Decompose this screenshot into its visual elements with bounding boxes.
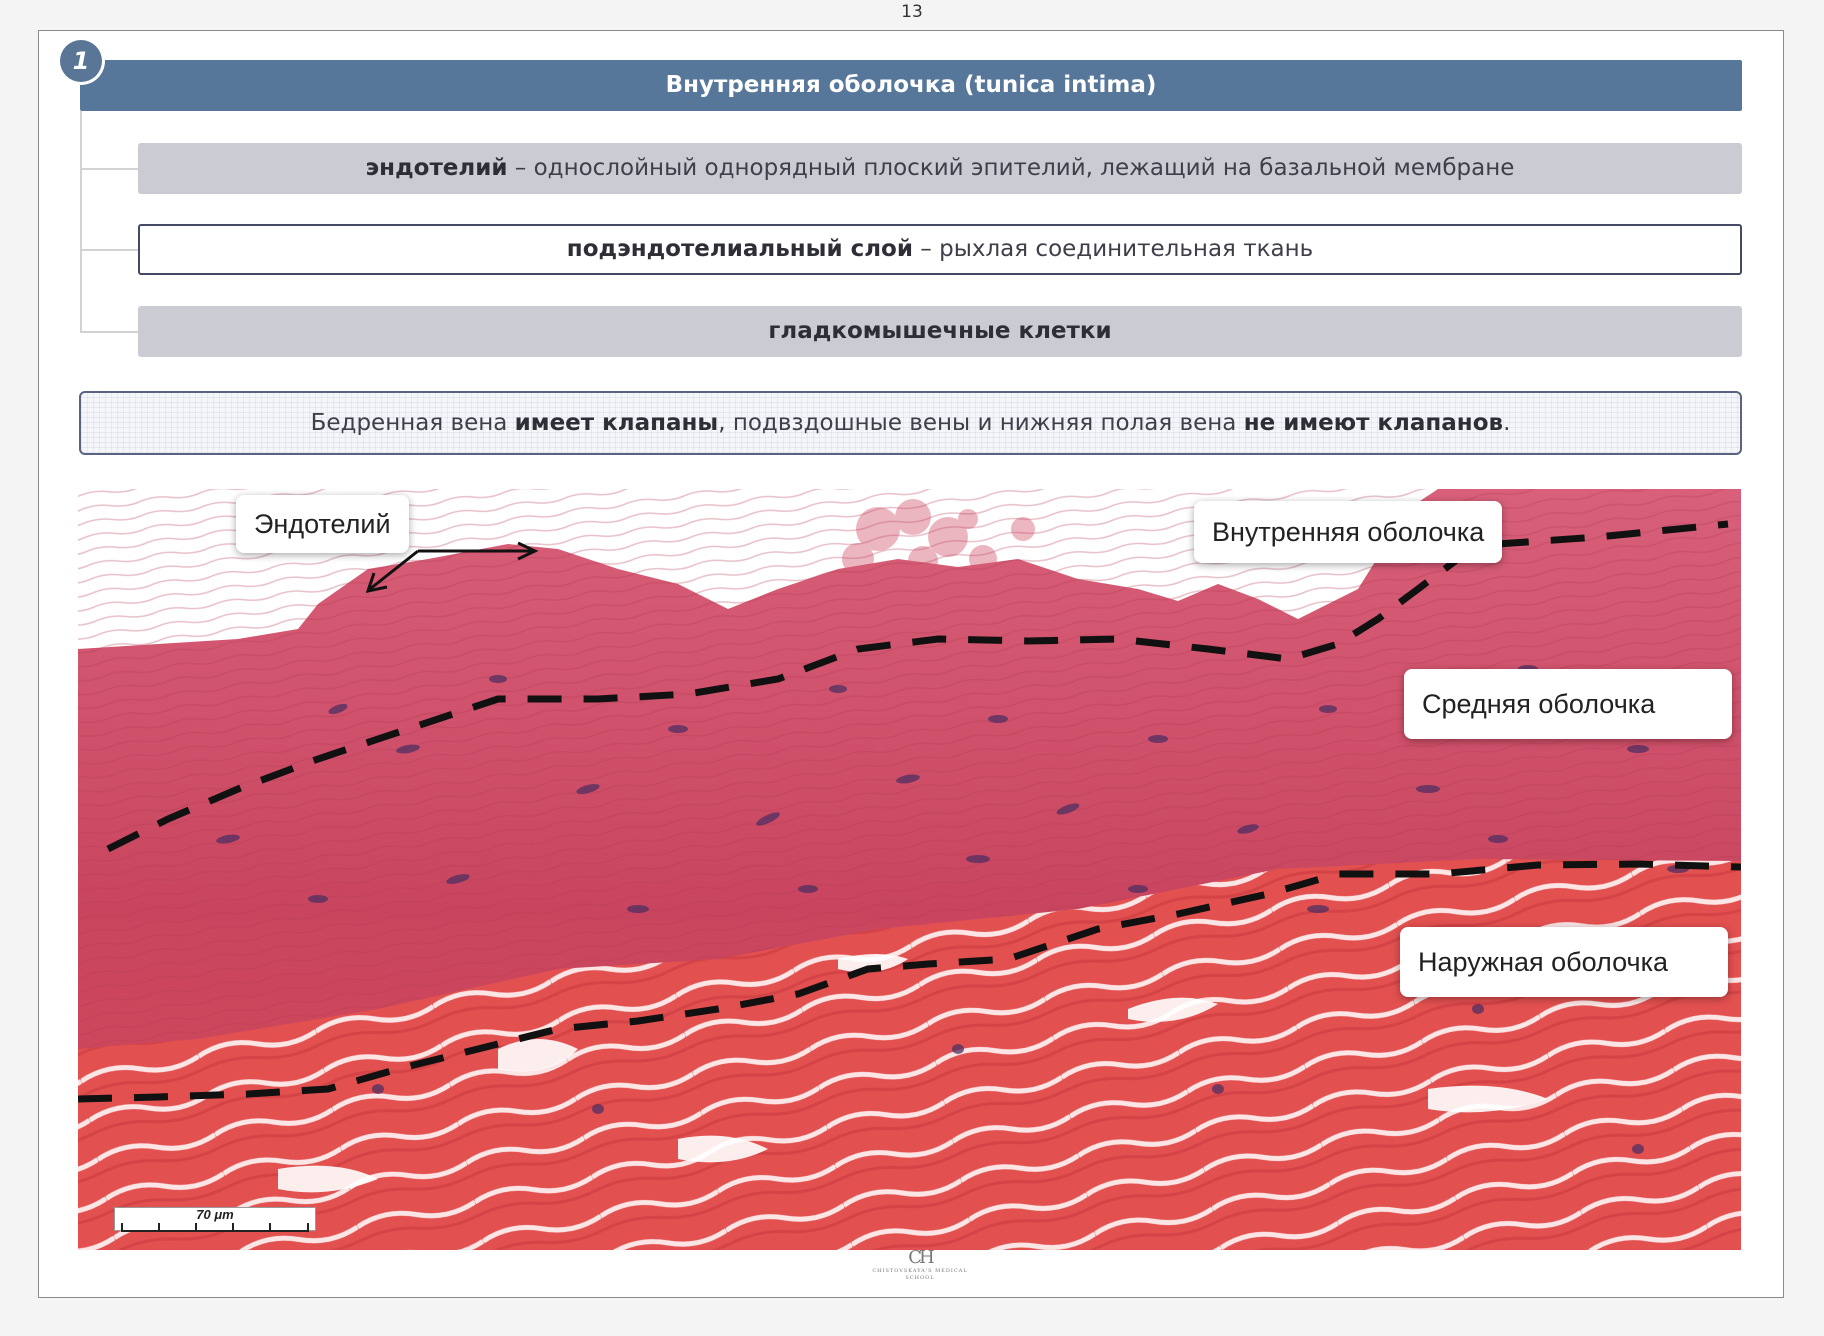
valves-note: Бедренная вена имеет клапаны, подвздошны… (79, 391, 1742, 455)
layer-term: подэндотелиальный слой (566, 236, 913, 262)
note-emphasis: имеет клапаны (514, 410, 719, 436)
section-number-badge: 1 (60, 40, 102, 82)
scale-bar-label: 70 μm (196, 1207, 234, 1222)
scale-bar-tick (158, 1223, 160, 1231)
scale-bar-rule (121, 1222, 309, 1232)
note-text: Бедренная вена (310, 410, 515, 436)
logo-text: CHISTOVSKAYA'S MEDICAL SCHOOL (872, 1268, 968, 1281)
tree-connector-2 (80, 249, 138, 251)
note-text: . (1503, 410, 1511, 436)
label-endothelium: Эндотелий (236, 495, 409, 553)
layer-term: гладкомышечные клетки (768, 318, 1112, 344)
histology-micrograph: Эндотелий Внутренняя оболочка Средняя об… (78, 489, 1741, 1250)
scale-bar-tick (195, 1223, 197, 1231)
layer-description: – рыхлая соединительная ткань (912, 236, 1314, 262)
tree-connector-3 (80, 331, 138, 333)
scale-bar-tick (232, 1223, 234, 1231)
layer-subendothelial: подэндотелиальный слой – рыхлая соединит… (138, 224, 1742, 275)
logo-mark: CH (908, 1247, 934, 1268)
scale-bar-tick (121, 1223, 123, 1231)
layer-endothelium: эндотелий – однослойный однорядный плоск… (138, 143, 1742, 194)
section-title: Внутренняя оболочка (tunica intima) (80, 60, 1742, 111)
label-adventitia: Наружная оболочка (1400, 927, 1728, 997)
note-text: , подвздошные вены и нижняя полая вена (718, 410, 1244, 436)
tree-connector-vertical (80, 111, 82, 333)
scale-bar-tick (307, 1223, 309, 1231)
note-emphasis: не имеют клапанов (1243, 410, 1504, 436)
label-intima: Внутренняя оболочка (1194, 501, 1503, 563)
scale-bar-tick (269, 1223, 271, 1231)
layer-term: эндотелий (365, 155, 508, 181)
tree-connector-1 (80, 168, 138, 170)
scale-bar: 70 μm (114, 1207, 316, 1232)
layer-description: – однослойный однорядный плоский эпители… (507, 155, 1515, 181)
school-logo: CH CHISTOVSKAYA'S MEDICAL SCHOOL (860, 1248, 980, 1282)
layer-smooth-muscle: гладкомышечные клетки (138, 306, 1742, 357)
micrograph-image (78, 489, 1741, 1250)
label-media: Средняя оболочка (1404, 669, 1732, 739)
page-number: 13 (901, 2, 923, 22)
